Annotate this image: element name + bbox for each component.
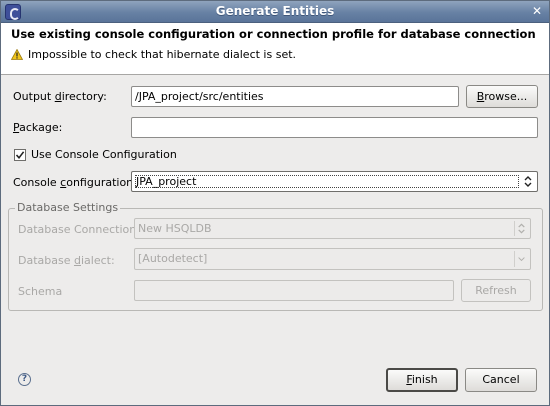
- schema-label: Schema: [18, 285, 63, 298]
- up-down-arrows-icon: [524, 176, 532, 187]
- refresh-button[interactable]: Refresh: [461, 279, 531, 302]
- database-dialect-value: [Autodetect]: [138, 252, 208, 265]
- close-icon[interactable]: ✕: [529, 4, 545, 19]
- warning-icon: [11, 49, 23, 60]
- window-title: Generate Entities: [215, 4, 335, 18]
- cancel-button[interactable]: Cancel: [465, 368, 537, 392]
- database-connection-value: New HSQLDB: [138, 222, 212, 235]
- help-icon[interactable]: ?: [18, 373, 31, 386]
- generate-entities-dialog: Generate Entities ✕ Use existing console…: [0, 0, 550, 406]
- database-dialect-label: Database dialect:: [18, 254, 115, 267]
- database-settings-group-title: Database Settings: [15, 201, 121, 214]
- package-label: Package:: [13, 121, 63, 134]
- database-connection-combo[interactable]: New HSQLDB: [134, 218, 531, 239]
- use-console-configuration-label[interactable]: Use Console Configuration: [31, 148, 177, 161]
- use-console-configuration-checkbox[interactable]: [14, 149, 26, 161]
- finish-button[interactable]: Finish: [386, 368, 458, 392]
- database-dialect-combo[interactable]: [Autodetect]: [134, 248, 531, 270]
- wizard-header: Use existing console configuration or co…: [1, 23, 549, 75]
- chevron-down-icon: [514, 251, 525, 267]
- browse-button[interactable]: Browse...: [466, 85, 538, 108]
- checkmark-icon: [15, 151, 25, 160]
- database-connection-label: Database Connection: [18, 223, 137, 236]
- title-bar[interactable]: Generate Entities ✕: [1, 1, 549, 23]
- output-directory-label: Output directory:: [13, 90, 107, 103]
- console-configuration-label: Console configuration:: [13, 176, 137, 189]
- schema-input[interactable]: [134, 280, 454, 301]
- output-directory-input[interactable]: /JPA_project/src/entities: [131, 86, 459, 107]
- header-title: Use existing console configuration or co…: [11, 27, 536, 41]
- package-input[interactable]: [131, 117, 538, 138]
- header-message: Impossible to check that hibernate diale…: [28, 48, 297, 61]
- console-configuration-value: JPA_project: [136, 175, 197, 188]
- up-down-arrows-icon: [514, 221, 525, 236]
- console-configuration-combo[interactable]: JPA_project: [131, 171, 538, 192]
